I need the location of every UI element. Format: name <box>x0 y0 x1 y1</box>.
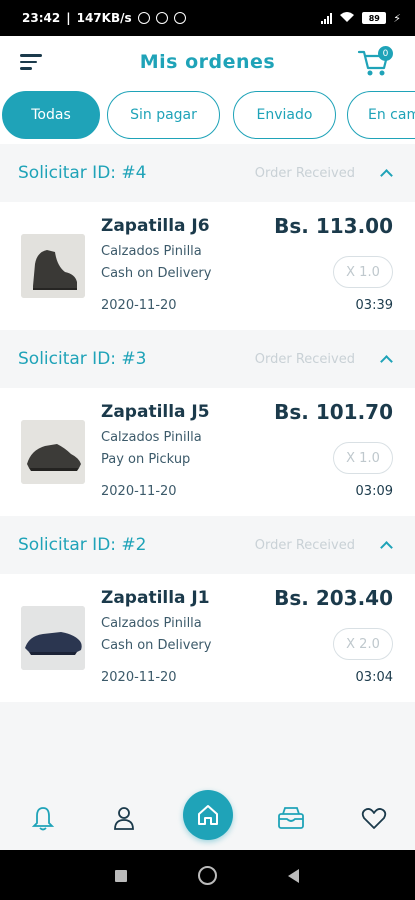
system-nav-bar <box>0 850 415 900</box>
quantity-badge: X 2.0 <box>333 628 393 660</box>
payment-method: Cash on Delivery <box>101 638 212 653</box>
recents-icon[interactable] <box>115 870 127 882</box>
status-time: 23:42 <box>22 11 61 25</box>
notification-icon <box>155 12 168 24</box>
product-name: Zapatilla J6 <box>101 216 210 236</box>
product-name: Zapatilla J1 <box>101 588 210 608</box>
quantity-badge: X 1.0 <box>333 256 393 288</box>
order-date: 2020-11-20 <box>101 484 177 499</box>
cart-button[interactable]: 0 <box>357 46 393 78</box>
order-time: 03:39 <box>355 298 393 313</box>
product-name: Zapatilla J5 <box>101 402 210 422</box>
cart-badge: 0 <box>378 46 393 61</box>
order-time: 03:09 <box>355 484 393 499</box>
charging-icon: ⚡ <box>393 11 401 25</box>
page-title: Mis ordenes <box>139 51 276 73</box>
tab-todas[interactable]: Todas <box>2 91 100 139</box>
order-time: 03:04 <box>355 670 393 685</box>
app-bar: Mis ordenes 0 <box>0 36 415 88</box>
order-header[interactable]: Solicitar ID: #3 Order Received <box>0 330 415 388</box>
tab-sin-pagar[interactable]: Sin pagar <box>107 91 220 139</box>
filter-tabs: Todas Sin pagar Enviado En camino <box>0 88 415 144</box>
store-name: Calzados Pinilla <box>101 244 202 259</box>
alarm-icon <box>137 12 150 24</box>
quantity-badge: X 1.0 <box>333 442 393 474</box>
product-image <box>21 420 85 484</box>
battery-icon: 89 <box>362 12 387 24</box>
home-button[interactable] <box>183 790 233 840</box>
chevron-up-icon[interactable] <box>380 540 393 554</box>
order-id: Solicitar ID: #4 <box>18 163 147 183</box>
home-system-icon[interactable] <box>198 866 217 885</box>
order-card[interactable]: Zapatilla J5 Calzados Pinilla Pay on Pic… <box>0 388 415 516</box>
order-status: Order Received <box>254 165 355 181</box>
chevron-up-icon[interactable] <box>380 168 393 182</box>
status-bar: 23:42 | 147KB/s 89 ⚡ <box>0 0 415 36</box>
bottom-nav <box>0 786 415 850</box>
product-image <box>21 606 85 670</box>
order-id: Solicitar ID: #3 <box>18 349 147 369</box>
store-name: Calzados Pinilla <box>101 616 202 631</box>
product-image <box>21 234 85 298</box>
signal-icon <box>321 12 333 24</box>
order-price: Bs. 203.40 <box>274 586 393 610</box>
user-icon[interactable] <box>110 804 138 832</box>
menu-icon[interactable] <box>20 54 42 70</box>
tab-enviado[interactable]: Enviado <box>233 91 336 139</box>
chevron-up-icon[interactable] <box>380 354 393 368</box>
order-price: Bs. 101.70 <box>274 400 393 424</box>
back-icon[interactable] <box>288 869 299 883</box>
payment-method: Cash on Delivery <box>101 266 212 281</box>
store-name: Calzados Pinilla <box>101 430 202 445</box>
order-date: 2020-11-20 <box>101 298 177 313</box>
notification-icon-2 <box>173 12 186 24</box>
order-price: Bs. 113.00 <box>274 214 393 238</box>
order-status: Order Received <box>254 537 355 553</box>
home-icon <box>198 805 218 825</box>
order-status: Order Received <box>254 351 355 367</box>
order-card[interactable]: Zapatilla J6 Calzados Pinilla Cash on De… <box>0 202 415 330</box>
bell-icon[interactable] <box>29 804 57 832</box>
order-date: 2020-11-20 <box>101 670 177 685</box>
order-id: Solicitar ID: #2 <box>18 535 147 555</box>
order-header[interactable]: Solicitar ID: #4 Order Received <box>0 144 415 202</box>
tab-en-camino[interactable]: En camino <box>347 91 415 139</box>
status-speed: 147KB/s <box>76 11 132 25</box>
order-card[interactable]: Zapatilla J1 Calzados Pinilla Cash on De… <box>0 574 415 702</box>
payment-method: Pay on Pickup <box>101 452 191 467</box>
order-header[interactable]: Solicitar ID: #2 Order Received <box>0 516 415 574</box>
inbox-icon[interactable] <box>276 804 304 832</box>
heart-icon[interactable] <box>360 804 388 832</box>
wifi-icon <box>339 11 355 26</box>
